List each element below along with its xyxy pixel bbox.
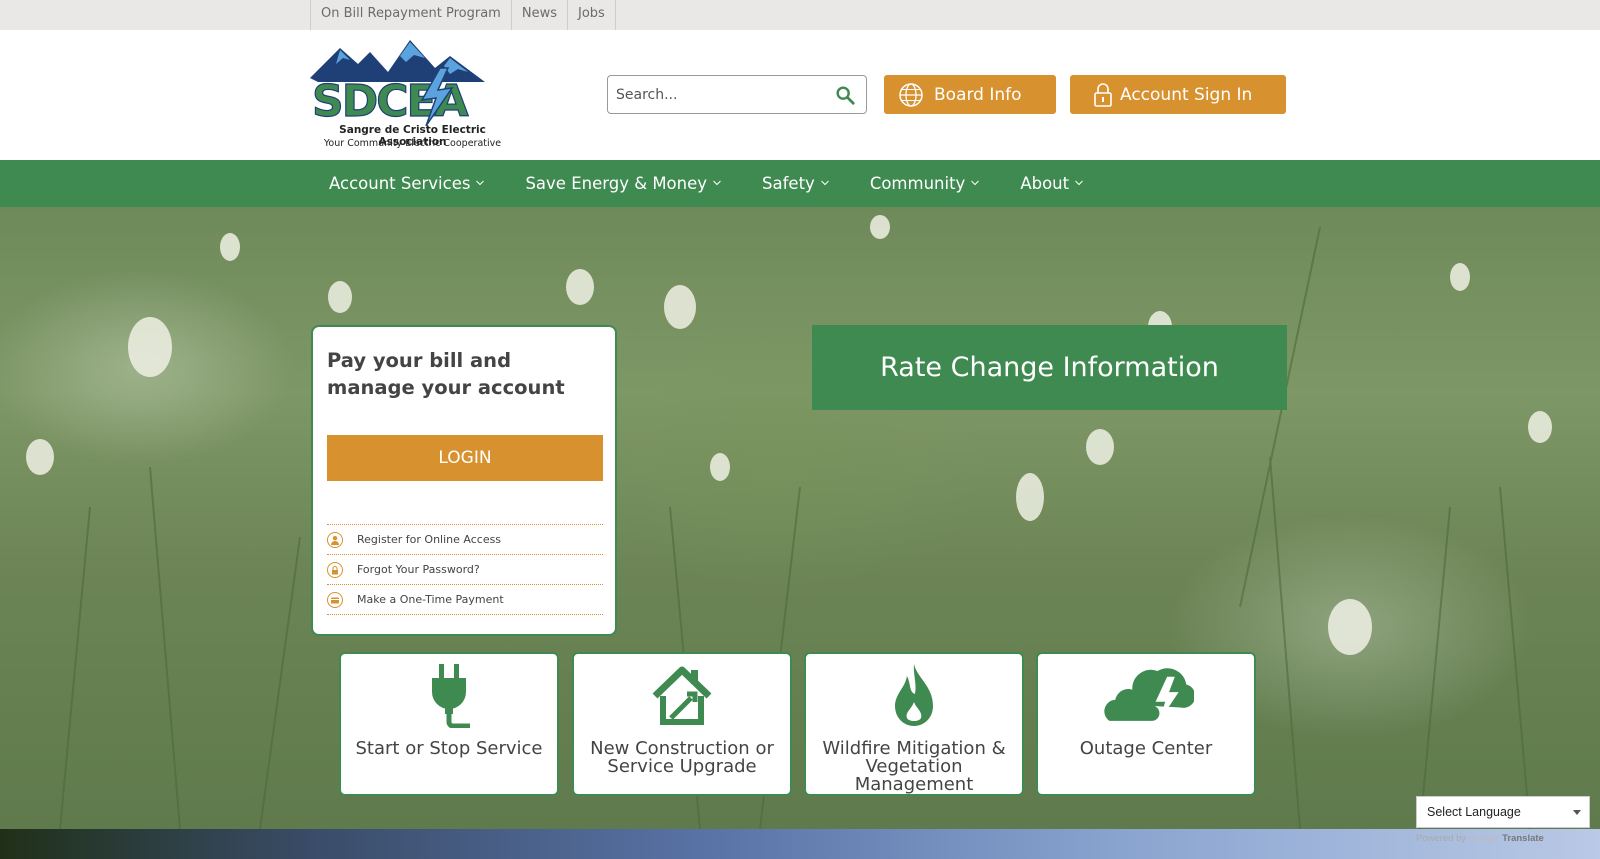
account-sign-in-button[interactable]: Account Sign In — [1070, 75, 1286, 114]
board-info-label: Board Info — [934, 84, 1022, 105]
search-icon[interactable] — [834, 84, 856, 106]
board-info-button[interactable]: Board Info — [884, 75, 1056, 114]
next-section-banner — [0, 829, 1600, 859]
utility-link-on-bill-repayment[interactable]: On Bill Repayment Program — [310, 0, 511, 30]
chevron-down-icon — [476, 180, 485, 186]
google-translate-credit: Powered by Google Translate — [1416, 833, 1544, 844]
utility-link-news[interactable]: News — [510, 0, 567, 30]
login-button[interactable]: LOGIN — [327, 435, 603, 481]
storm-cloud-icon — [1104, 668, 1194, 721]
search-input[interactable] — [616, 84, 826, 106]
wallet-icon — [327, 591, 343, 608]
tile-wildfire-mitigation[interactable]: Wildfire Mitigation & Vegetation Managem… — [804, 652, 1024, 796]
nav-about[interactable]: About — [1020, 160, 1083, 207]
site-header: SDCEA Sangre de Cristo Electric Associat… — [0, 30, 1600, 160]
logo-mark: SDCEA — [310, 40, 485, 128]
chevron-down-icon — [971, 180, 980, 186]
flame-icon — [895, 664, 933, 726]
utility-bar: On Bill Repayment Program News Jobs — [0, 0, 1600, 30]
forgot-password-link[interactable]: Forgot Your Password? — [327, 555, 603, 585]
logo[interactable]: SDCEA Sangre de Cristo Electric Associat… — [310, 38, 515, 153]
svg-text:SDCEA: SDCEA — [312, 76, 469, 127]
pay-bill-card: Pay your bill and manage your account LO… — [311, 325, 617, 636]
globe-icon — [899, 82, 923, 107]
nav-save-energy[interactable]: Save Energy & Money — [525, 160, 721, 207]
lock-icon — [1094, 82, 1112, 107]
hero-banner: Pay your bill and manage your account LO… — [0, 207, 1600, 829]
tile-label: Outage Center — [1079, 738, 1213, 759]
search-box — [607, 75, 867, 114]
dropdown-arrow-icon — [1573, 810, 1581, 815]
user-icon — [327, 531, 343, 548]
tile-label: Wildfire Mitigation & Vegetation Managem… — [822, 738, 1006, 795]
language-select[interactable]: Select Language — [1416, 796, 1590, 828]
utility-link-jobs[interactable]: Jobs — [566, 0, 616, 30]
chevron-down-icon — [820, 180, 829, 186]
account-sign-in-label: Account Sign In — [1120, 84, 1253, 105]
nav-account-services[interactable]: Account Services — [329, 160, 485, 207]
register-online-link[interactable]: Register for Online Access — [327, 525, 603, 555]
chevron-down-icon — [1075, 180, 1083, 186]
google-logo: Google — [1468, 833, 1500, 844]
pay-bill-title: Pay your bill and manage your account — [327, 349, 565, 399]
tile-label: New Construction or Service Upgrade — [590, 738, 774, 777]
utility-links: On Bill Repayment Program News Jobs — [310, 0, 616, 30]
rate-change-button[interactable]: Rate Change Information — [812, 325, 1287, 410]
pay-card-links: Register for Online Access Forgot Your P… — [327, 524, 603, 615]
nav-safety[interactable]: Safety — [762, 160, 829, 207]
nav-community[interactable]: Community — [870, 160, 980, 207]
tile-outage-center[interactable]: Outage Center — [1036, 652, 1256, 796]
tile-start-stop-service[interactable]: Start or Stop Service — [339, 652, 559, 796]
logo-tagline: Your Community Electric Cooperative — [323, 138, 502, 149]
tile-label: Start or Stop Service — [355, 738, 543, 759]
tile-new-construction[interactable]: New Construction or Service Upgrade — [572, 652, 792, 796]
plug-icon — [432, 664, 470, 728]
chevron-down-icon — [713, 180, 721, 186]
meadow-background — [26, 215, 1552, 829]
house-tools-icon — [652, 666, 712, 725]
one-time-payment-link[interactable]: Make a One-Time Payment — [327, 585, 603, 615]
main-nav: Account Services Save Energy & Money Saf… — [0, 160, 1600, 207]
lock-icon — [327, 561, 343, 578]
